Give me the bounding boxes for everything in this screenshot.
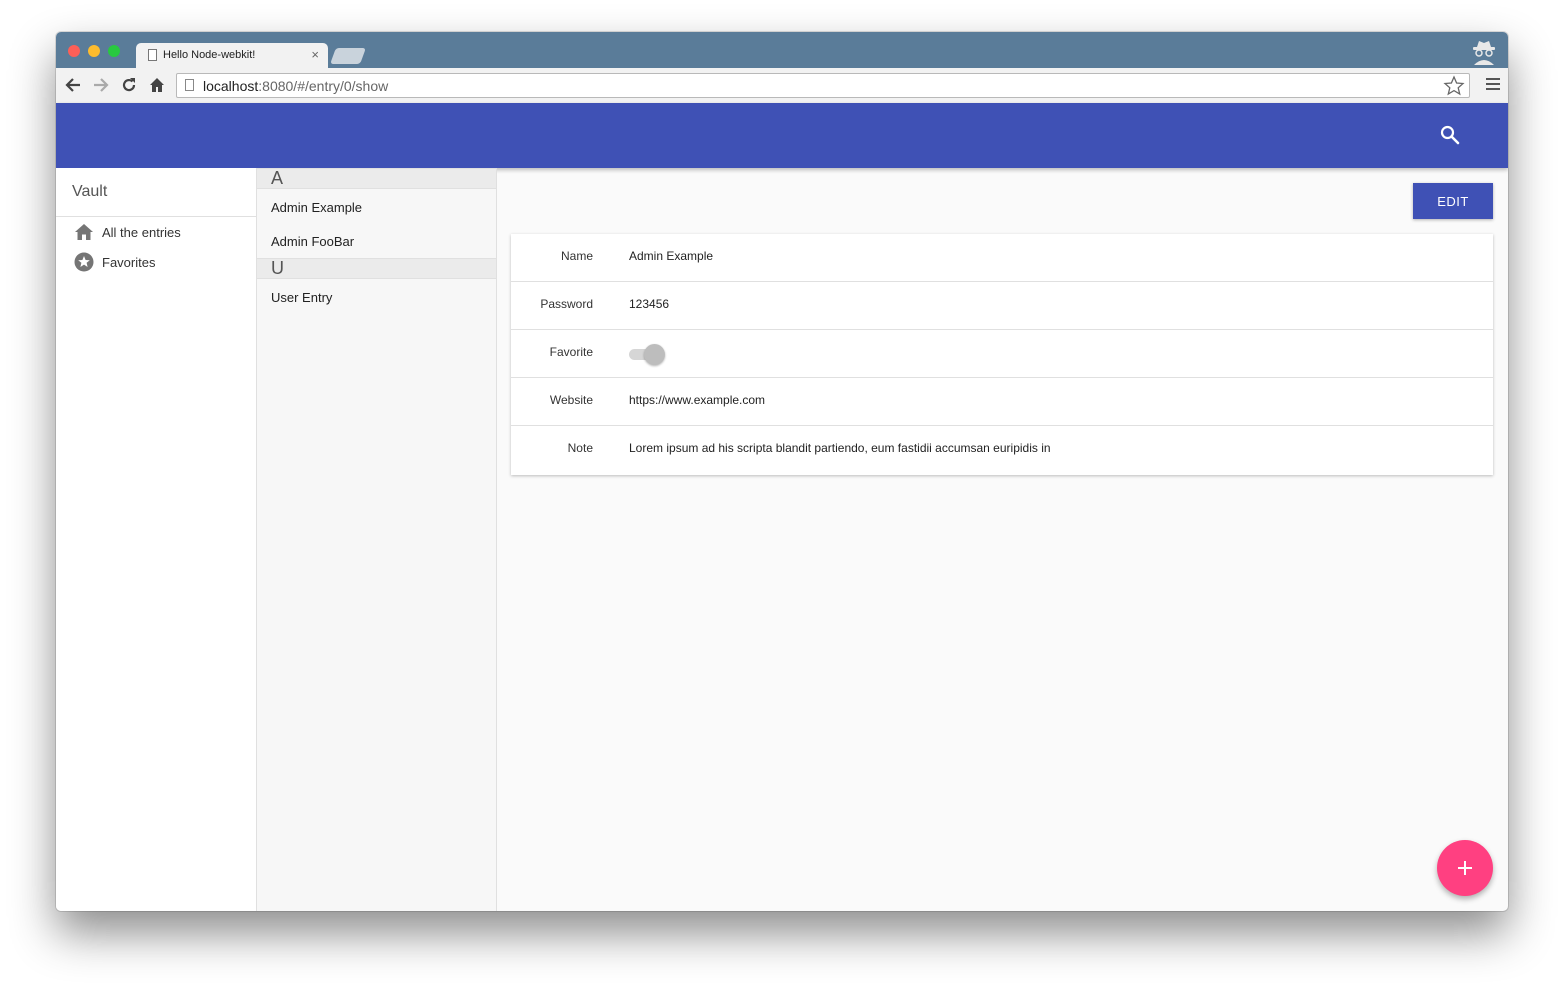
browser-toolbar: localhost:8080/#/entry/0/show [56,68,1508,104]
incognito-icon [1473,41,1495,65]
minimize-window-button[interactable] [88,45,100,57]
field-label: Note [567,441,593,455]
browser-menu-button[interactable] [1486,78,1500,93]
tab-title: Hello Node-webkit! [163,49,256,61]
field-row-website: Website https://www.example.com [511,378,1493,426]
field-value: 123456 [629,297,670,311]
close-window-button[interactable] [68,45,80,57]
sidebar-item-label: Favorites [102,254,156,270]
star-circle-icon [74,252,94,272]
back-button[interactable] [61,72,85,98]
field-label: Favorite [549,345,593,359]
reload-icon [122,78,136,92]
tab-close-icon[interactable]: × [311,47,319,62]
home-icon [150,78,164,92]
address-bar[interactable]: localhost:8080/#/entry/0/show [176,73,1470,98]
toggle-thumb [644,344,665,365]
divider [56,216,256,217]
group-header: A [257,168,496,189]
new-tab-button[interactable] [330,48,366,64]
app-title: Vault [72,183,108,200]
field-row-password: Password 123456 [511,282,1493,330]
field-label: Name [560,249,593,263]
field-value: Admin Example [629,249,714,263]
field-row-favorite: Favorite [511,330,1493,378]
add-entry-button[interactable] [1437,840,1493,896]
list-item[interactable]: User Entry [271,290,332,305]
sidebar-item-all-entries[interactable]: All the entries [74,221,181,243]
home-button[interactable] [145,72,169,98]
field-value: https://www.example.com [629,393,766,407]
field-row-note: Note Lorem ipsum ad his scripta blandit … [511,426,1493,475]
url-text: localhost:8080/#/entry/0/show [203,78,389,94]
arrow-left-icon [65,78,80,92]
field-row-name: Name Admin Example [511,234,1493,282]
edit-button[interactable]: EDIT [1413,183,1493,219]
browser-window: Hello Node-webkit! × localhost:8080/#/en… [56,32,1508,911]
menu-icon [1486,78,1500,80]
entries-list: A Admin Example Admin FooBar U User Entr… [257,168,497,911]
page-icon [185,79,194,91]
field-label: Password [540,297,593,311]
home-icon [75,224,93,240]
entry-detail-card: Name Admin Example Password 123456 Favor… [511,234,1493,475]
group-header: U [257,258,496,279]
list-item[interactable]: Admin FooBar [271,234,354,249]
list-item[interactable]: Admin Example [271,200,362,215]
favorite-toggle[interactable] [629,344,665,365]
forward-button[interactable] [89,72,113,98]
app-bar [56,103,1508,168]
reload-button[interactable] [117,72,141,98]
plus-icon [1458,861,1472,875]
sidebar-item-label: All the entries [102,224,181,240]
page-icon [148,49,157,61]
arrow-right-icon [94,78,109,92]
field-value: Lorem ipsum ad his scripta blandit parti… [629,441,1051,455]
zoom-window-button[interactable] [108,45,120,57]
browser-titlebar: Hello Node-webkit! × [56,32,1508,68]
sidebar: Vault All the entries Favorites [56,168,257,911]
search-icon[interactable] [1438,123,1462,147]
field-label: Website [549,393,593,407]
browser-tab[interactable]: Hello Node-webkit! × [136,43,328,68]
bookmark-star-icon[interactable] [1443,75,1465,97]
sidebar-item-favorites[interactable]: Favorites [74,251,155,273]
